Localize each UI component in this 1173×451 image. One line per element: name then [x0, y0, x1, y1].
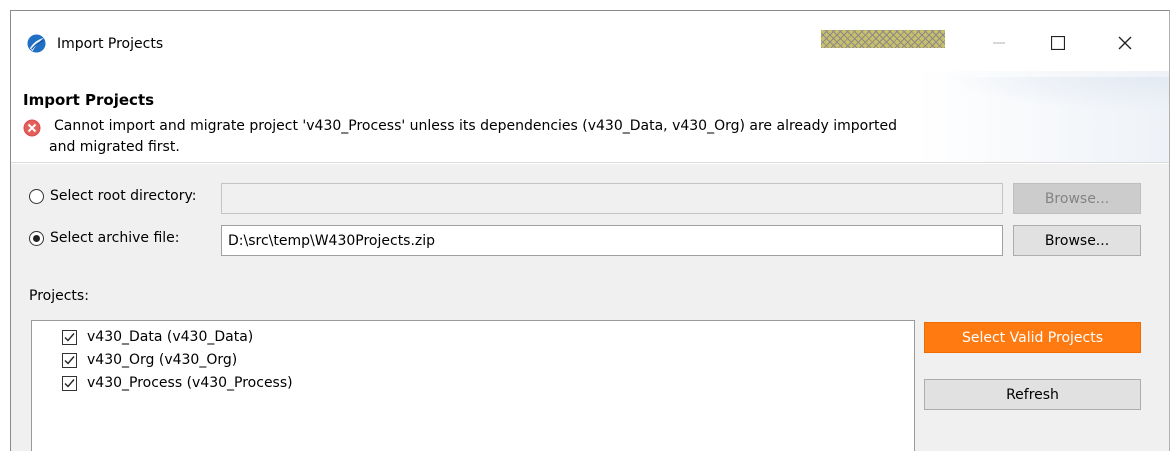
projects-label: Projects: [29, 288, 89, 304]
root-directory-browse-button: Browse... [1013, 183, 1141, 214]
maximize-icon [1051, 36, 1065, 50]
project-checkbox[interactable] [62, 352, 77, 368]
page-title: Import Projects [23, 91, 155, 109]
archive-file-label: Select archive file: [50, 230, 180, 246]
radio-selected-dot [33, 234, 40, 242]
error-message: Cannot import and migrate project 'v430_… [54, 118, 897, 134]
close-icon [1118, 36, 1132, 50]
error-icon [23, 119, 41, 137]
root-directory-input [221, 183, 1003, 214]
title-bar-pattern [821, 30, 945, 48]
checkmark-icon [64, 332, 75, 342]
wizard-header: Import Projects Cannot import and migrat… [11, 71, 1169, 163]
archive-file-radio[interactable] [29, 230, 44, 246]
archive-file-option[interactable]: Select archive file: [29, 230, 180, 246]
checkmark-icon [64, 378, 75, 388]
title-bar: Import Projects [11, 11, 1169, 71]
refresh-button[interactable]: Refresh [924, 379, 1141, 410]
project-label: v430_Process (v430_Process) [87, 375, 293, 391]
checkmark-icon [64, 355, 75, 365]
banner-decoration [939, 77, 1169, 111]
app-logo-icon [27, 34, 46, 53]
project-checkbox[interactable] [62, 329, 77, 345]
close-button[interactable] [1103, 29, 1147, 57]
list-item[interactable]: v430_Org (v430_Org) [62, 352, 237, 368]
archive-file-browse-button[interactable]: Browse... [1013, 225, 1141, 256]
import-panel: Select root directory: Browse... Select … [11, 164, 1169, 451]
import-projects-dialog: Import Projects Import Projects Cannot i… [10, 10, 1170, 451]
project-label: v430_Data (v430_Data) [87, 329, 254, 345]
archive-file-input[interactable] [221, 225, 1003, 256]
list-item[interactable]: v430_Process (v430_Process) [62, 375, 293, 391]
root-directory-option[interactable]: Select root directory: [29, 188, 197, 204]
projects-list[interactable]: v430_Data (v430_Data) v430_Org (v430_Org… [31, 320, 915, 451]
window-title: Import Projects [57, 36, 164, 52]
root-directory-radio[interactable] [29, 188, 44, 204]
minimize-button[interactable] [977, 29, 1021, 57]
minimize-icon [993, 42, 1005, 44]
root-directory-label: Select root directory: [50, 188, 197, 204]
list-item[interactable]: v430_Data (v430_Data) [62, 329, 253, 345]
select-valid-projects-button[interactable]: Select Valid Projects [924, 322, 1141, 353]
project-label: v430_Org (v430_Org) [87, 352, 238, 368]
project-checkbox[interactable] [62, 375, 77, 391]
maximize-button[interactable] [1036, 29, 1080, 57]
error-message-continued: and migrated first. [49, 139, 180, 155]
